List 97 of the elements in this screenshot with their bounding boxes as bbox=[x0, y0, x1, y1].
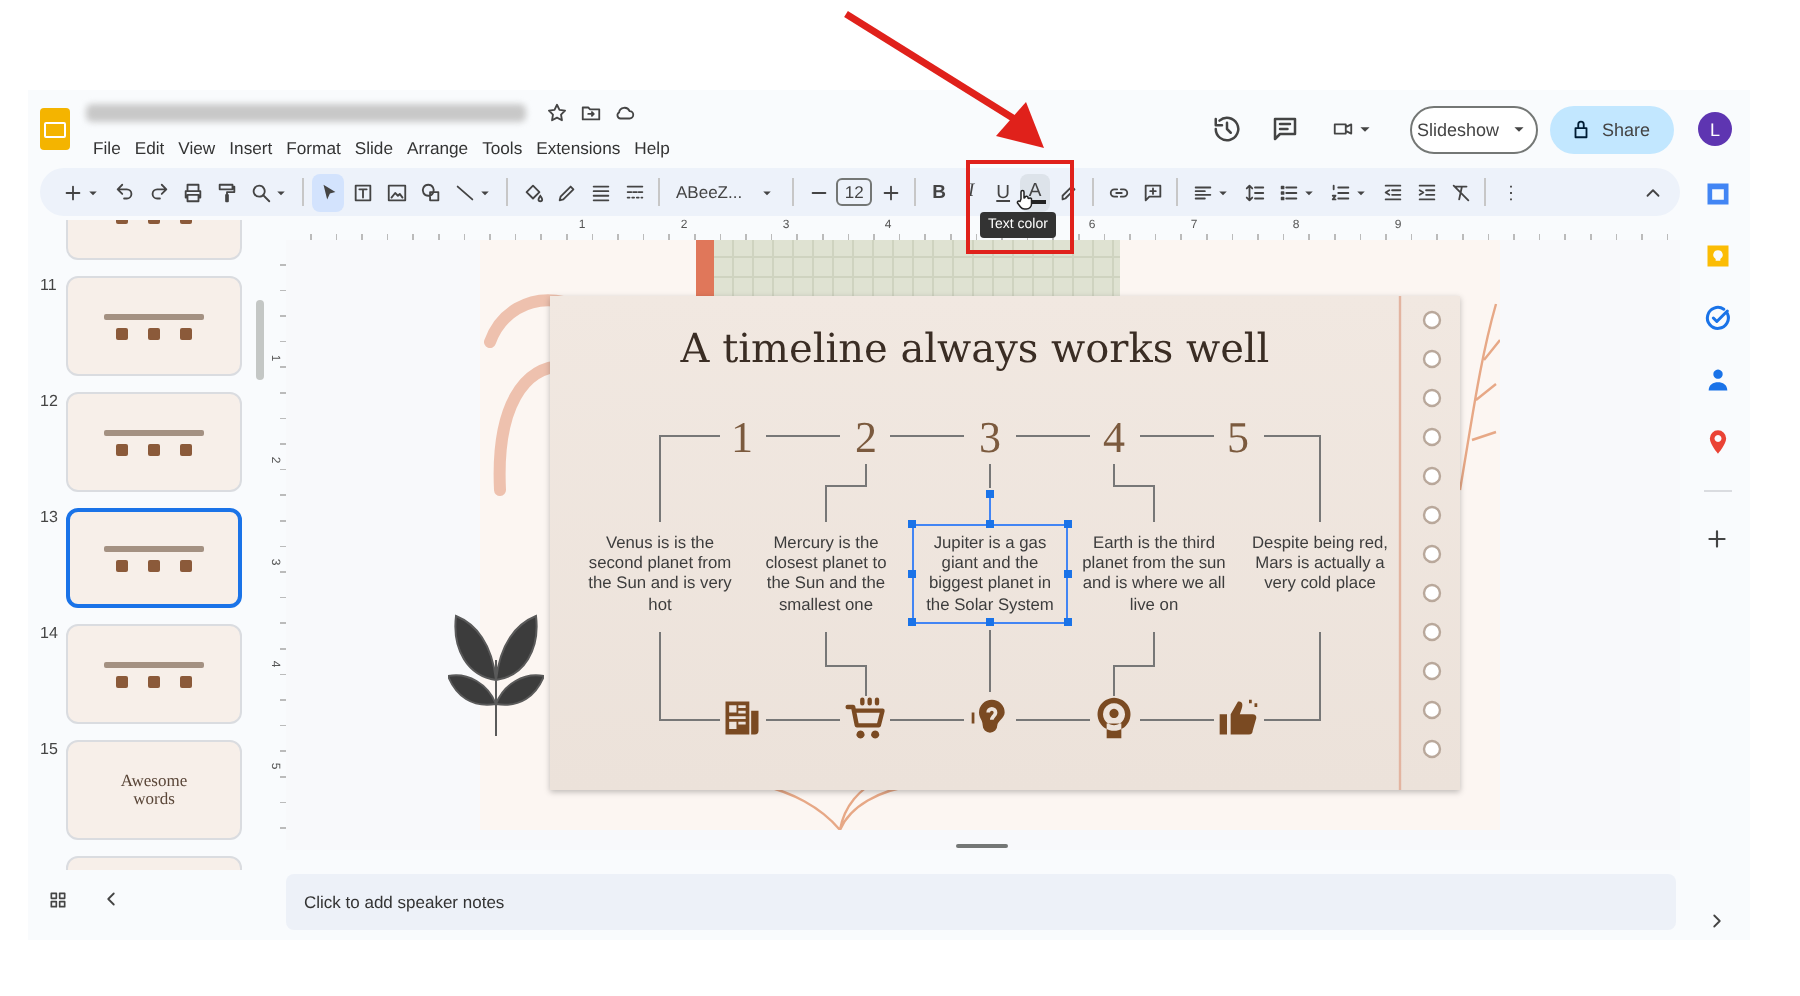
connector-line bbox=[988, 628, 992, 694]
dashed-lines-icon bbox=[623, 181, 645, 203]
slide-number: 12 bbox=[38, 392, 60, 410]
slide-thumbnail[interactable] bbox=[66, 508, 242, 608]
comment-plus-icon bbox=[1141, 181, 1164, 203]
connector-line bbox=[658, 434, 722, 524]
menu-item[interactable]: Edit bbox=[127, 135, 172, 159]
shopping-cart-icon bbox=[844, 696, 888, 740]
share-button[interactable]: Share bbox=[1549, 105, 1674, 153]
line-icon bbox=[453, 181, 475, 203]
comment-icon[interactable] bbox=[1269, 114, 1300, 144]
text-box-icon bbox=[351, 181, 373, 203]
slide-number: 14 bbox=[38, 624, 60, 642]
indent-icon bbox=[1415, 181, 1438, 203]
image-icon bbox=[385, 181, 407, 203]
connector-line bbox=[824, 630, 868, 698]
connector-line bbox=[1112, 462, 1156, 524]
star-icon[interactable] bbox=[546, 102, 568, 124]
newspaper-icon bbox=[720, 696, 764, 740]
slide-title: A timeline always works well bbox=[678, 324, 1272, 372]
slide-number: 13 bbox=[38, 508, 60, 526]
connector-line bbox=[1138, 718, 1216, 722]
menu-item[interactable]: Help bbox=[627, 135, 677, 159]
clear-formatting-icon bbox=[1449, 181, 1472, 203]
step-description: Mercury is the closest planet to the Sun and the smallest one bbox=[763, 530, 889, 618]
thumbs-up-icon bbox=[1216, 696, 1260, 740]
connector-line bbox=[988, 462, 992, 490]
connector-line bbox=[764, 718, 842, 722]
step-description: Venus is is the second planet from the Sun and is very hot bbox=[586, 530, 734, 618]
connector-line bbox=[888, 718, 966, 722]
step-number: 2 bbox=[853, 412, 879, 464]
menu-item[interactable]: Extensions bbox=[529, 135, 628, 159]
menu-item[interactable]: Format bbox=[279, 135, 348, 159]
resize-handle[interactable] bbox=[956, 844, 1008, 848]
connector-line bbox=[1014, 718, 1092, 722]
menu-item[interactable]: Slide bbox=[347, 135, 400, 159]
connector-line bbox=[1014, 434, 1092, 438]
connector-line bbox=[1112, 630, 1156, 698]
video-camera-icon bbox=[1332, 118, 1355, 140]
connector-line bbox=[658, 630, 722, 722]
shapes-icon bbox=[419, 181, 441, 203]
connector-line bbox=[888, 434, 966, 438]
align-left-icon bbox=[1191, 181, 1214, 203]
folder-icon[interactable] bbox=[580, 102, 602, 124]
connector-line bbox=[824, 462, 868, 524]
step-number: 1 bbox=[729, 412, 755, 464]
menu-item[interactable]: File bbox=[86, 135, 128, 159]
selection-handles[interactable] bbox=[908, 488, 1072, 628]
tape-strip bbox=[696, 240, 714, 296]
tasks-check-icon[interactable] bbox=[1703, 304, 1731, 332]
account-avatar[interactable]: L bbox=[1698, 112, 1732, 146]
slide-thumbnail[interactable]: Awesome words bbox=[66, 740, 242, 840]
step-number: 3 bbox=[977, 412, 1003, 464]
target-person-icon bbox=[1092, 696, 1136, 740]
magnifier-icon bbox=[249, 181, 271, 203]
paint-bucket-icon bbox=[521, 181, 543, 203]
redo-icon bbox=[147, 181, 169, 203]
connector-line bbox=[764, 434, 842, 438]
step-number: 5 bbox=[1225, 412, 1251, 464]
highlight-frame bbox=[966, 160, 1074, 254]
lines-icon bbox=[589, 181, 611, 203]
font-dropdown[interactable]: ABeeZ... bbox=[668, 173, 785, 211]
menu-item[interactable]: Arrange bbox=[399, 135, 476, 159]
person-icon[interactable] bbox=[1703, 366, 1731, 394]
connector-line bbox=[1262, 630, 1322, 722]
paint-roller-icon bbox=[215, 181, 237, 203]
underline-button[interactable]: U bbox=[988, 173, 1019, 211]
speaker-notes-field[interactable]: Click to add speaker notes bbox=[286, 874, 1676, 930]
plus-icon bbox=[61, 181, 83, 203]
menu-item[interactable]: Insert bbox=[222, 135, 280, 159]
menu-item[interactable]: Tools bbox=[475, 135, 530, 159]
grid-view-icon[interactable] bbox=[48, 889, 68, 909]
connector-line bbox=[1262, 434, 1322, 524]
bulleted-list-icon bbox=[1277, 181, 1300, 203]
scrollbar[interactable] bbox=[256, 300, 264, 380]
step-description: Earth is the third planet from the sun and is where we all live on bbox=[1080, 530, 1228, 618]
step-description: Despite being red, Mars is actually a very cold place bbox=[1250, 530, 1390, 597]
lock-icon bbox=[1569, 118, 1592, 140]
pencil-icon bbox=[555, 181, 577, 203]
calendar-icon[interactable] bbox=[1703, 180, 1731, 208]
printer-icon bbox=[181, 181, 203, 203]
bold-button[interactable]: B bbox=[924, 173, 955, 211]
history-icon[interactable] bbox=[1211, 114, 1242, 144]
cloud-icon[interactable] bbox=[614, 102, 636, 124]
menu-item[interactable]: View bbox=[171, 135, 223, 159]
numbered-list-icon bbox=[1329, 181, 1352, 203]
plus-icon bbox=[879, 181, 902, 203]
plus-icon[interactable] bbox=[1704, 526, 1730, 552]
font-size-field[interactable]: 12 bbox=[836, 178, 873, 206]
line-spacing-icon bbox=[1243, 181, 1266, 203]
slide-number: 15 bbox=[38, 740, 60, 758]
outdent-icon bbox=[1381, 181, 1404, 203]
step-number: 4 bbox=[1101, 412, 1127, 464]
slide-number: 11 bbox=[38, 276, 59, 294]
connector-line bbox=[1138, 434, 1216, 438]
select-button[interactable] bbox=[312, 173, 344, 211]
undo-icon bbox=[113, 181, 135, 203]
